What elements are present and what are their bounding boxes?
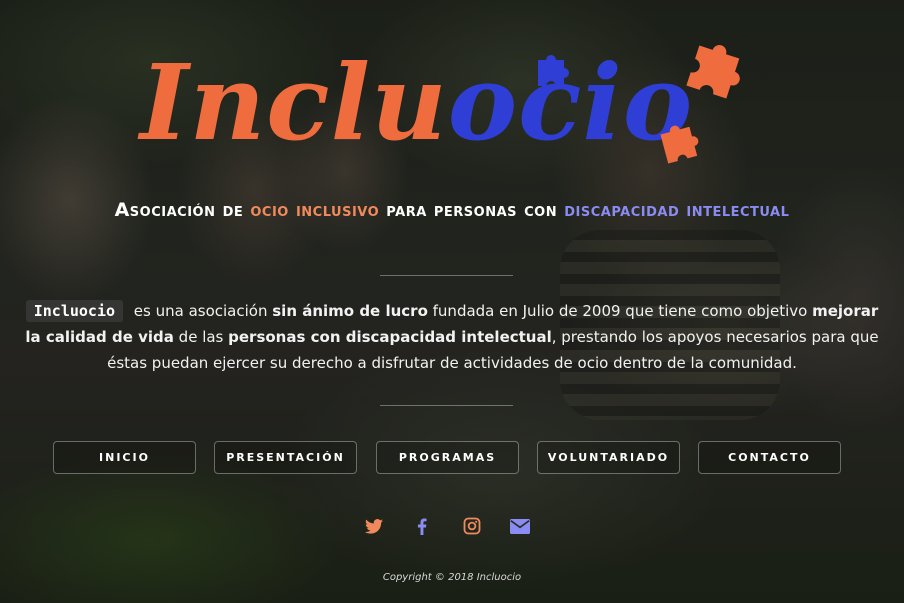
twitter-icon[interactable] bbox=[362, 514, 386, 538]
tagline-highlight-discapacidad: discapacidad intelectual bbox=[564, 199, 790, 221]
puzzle-piece-icon bbox=[538, 55, 569, 86]
email-icon[interactable] bbox=[508, 514, 532, 538]
description-text: es una asociación bbox=[129, 302, 273, 320]
tagline-part: Asociación de bbox=[114, 199, 251, 221]
hero: Incluocio Asociación de ocio inclusivo p… bbox=[0, 0, 904, 603]
nav-programas-button[interactable]: PROGRAMAS bbox=[376, 441, 519, 474]
instagram-icon[interactable] bbox=[460, 514, 484, 538]
tagline: Asociación de ocio inclusivo para person… bbox=[20, 198, 884, 222]
description-text: fundada en Julio de 2009 que tiene como … bbox=[427, 302, 813, 320]
divider bbox=[380, 275, 513, 276]
main-nav: INICIO PRESENTACIÓN PROGRAMAS VOLUNTARIA… bbox=[53, 441, 853, 474]
copyright: Copyright © 2018 Incluocio bbox=[382, 572, 522, 583]
nav-inicio-button[interactable]: INICIO bbox=[53, 441, 196, 474]
puzzle-piece-icon bbox=[686, 45, 740, 99]
tagline-part: para personas con bbox=[379, 199, 565, 221]
nav-presentacion-button[interactable]: PRESENTACIÓN bbox=[214, 441, 357, 474]
tagline-highlight-ocio: ocio inclusivo bbox=[250, 199, 380, 221]
logo[interactable]: Incluocio bbox=[140, 28, 760, 178]
facebook-icon[interactable] bbox=[410, 514, 434, 538]
logo-text-inclu: Inclu bbox=[140, 41, 448, 164]
nav-contacto-button[interactable]: CONTACTO bbox=[698, 441, 841, 474]
puzzle-piece-icon bbox=[660, 125, 699, 164]
description-text: de las bbox=[173, 328, 229, 346]
description: Incluocio es una asociación sin ánimo de… bbox=[16, 298, 888, 376]
divider bbox=[380, 405, 513, 406]
logo-wordmark: Incluocio bbox=[140, 28, 693, 178]
description-bold: personas con discapacidad intelectual bbox=[228, 328, 552, 346]
social-links bbox=[360, 514, 540, 538]
brand-badge: Incluocio bbox=[25, 300, 124, 322]
nav-voluntariado-button[interactable]: VOLUNTARIADO bbox=[537, 441, 680, 474]
description-bold: sin ánimo de lucro bbox=[272, 302, 428, 320]
